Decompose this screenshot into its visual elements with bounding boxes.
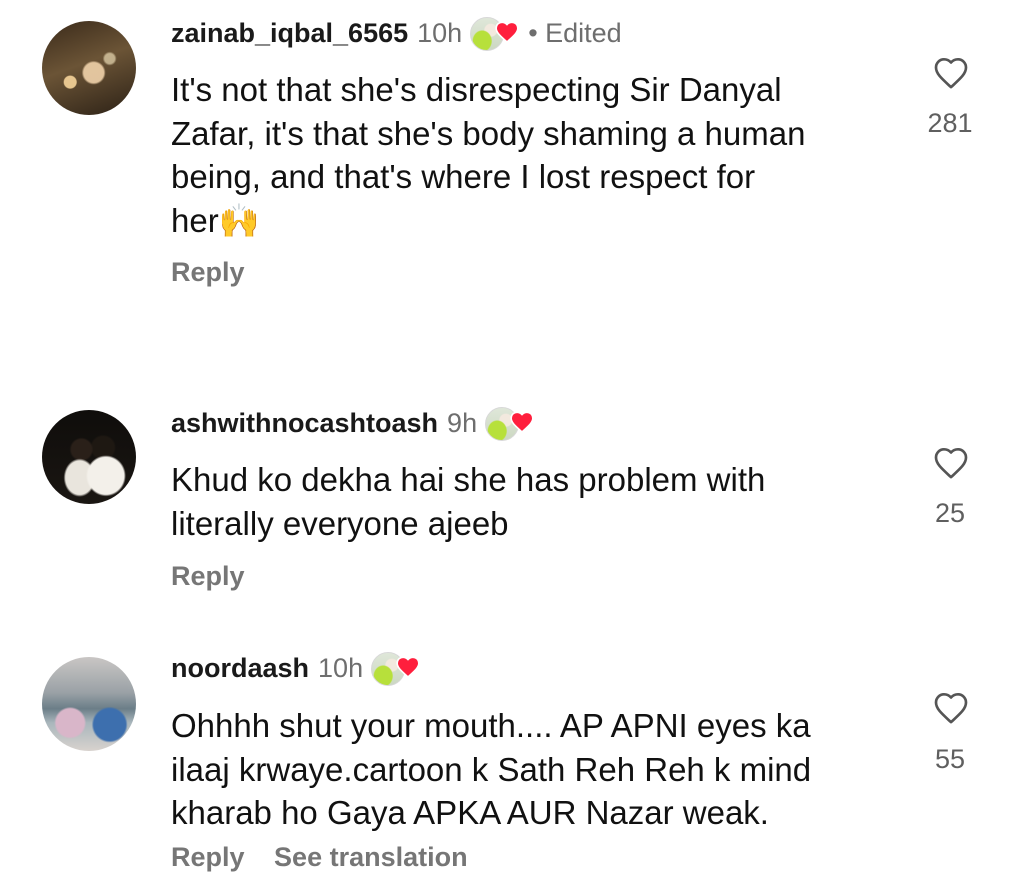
edited-label: • Edited: [528, 17, 622, 48]
comment-actions: Reply See translation: [171, 842, 468, 873]
liked-by-creator-badge: [485, 403, 537, 443]
liked-by-creator-badge: [470, 13, 522, 53]
comment-line: literally everyone ajeeb: [171, 504, 509, 542]
username[interactable]: noordaash: [171, 653, 309, 684]
liked-by-creator-heart-icon: [510, 411, 534, 434]
comment-line: Khud ko dekha hai she has problem with: [171, 461, 766, 498]
timestamp: 10h: [417, 17, 463, 48]
heart-outline-icon[interactable]: [930, 53, 972, 93]
heart-outline-icon[interactable]: [930, 443, 972, 483]
comment-header: noordaash 10h: [171, 648, 423, 688]
username[interactable]: ashwithnocashtoash: [171, 408, 438, 439]
like-count: 55: [934, 744, 966, 774]
liked-by-creator-heart-icon: [396, 656, 420, 679]
comment-line: ilaaj krwaye.cartoon k Sath Reh Reh k mi…: [171, 750, 812, 788]
reply-button[interactable]: Reply: [171, 842, 245, 872]
reply-button[interactable]: Reply: [171, 257, 245, 288]
heart-outline-icon[interactable]: [930, 688, 972, 728]
comment-text: It's not that she's disrespecting Sir Da…: [171, 68, 891, 242]
avatar[interactable]: [42, 410, 136, 504]
comment-text: Ohhhh shut your mouth.... AP APNI eyes k…: [171, 704, 891, 835]
comment-text: Khud ko dekha hai she has problem with l…: [171, 458, 891, 545]
liked-by-creator-heart-icon: [495, 21, 519, 44]
like-count: 281: [927, 108, 973, 138]
avatar[interactable]: [42, 21, 136, 115]
avatar[interactable]: [42, 657, 136, 751]
timestamp: 10h: [318, 652, 364, 683]
comment-line: kharab ho Gaya APKA AUR Nazar weak.: [171, 794, 769, 831]
liked-by-creator-badge: [371, 648, 423, 688]
see-translation-button[interactable]: See translation: [274, 842, 468, 872]
comment-line: Ohhhh shut your mouth.... AP APNI eyes k…: [171, 707, 811, 744]
comment-line: being, and that's where I lost respect f…: [171, 158, 756, 195]
username[interactable]: zainab_iqbal_6565: [171, 18, 408, 49]
comment-header: zainab_iqbal_6565 10h • Edited: [171, 13, 622, 53]
reply-button[interactable]: Reply: [171, 561, 245, 592]
comment-header: ashwithnocashtoash 9h: [171, 403, 537, 443]
comment-line: Zafar, it's that she's body shaming a hu…: [171, 114, 806, 152]
comment-line: It's not that she's disrespecting Sir Da…: [171, 71, 782, 108]
timestamp: 9h: [447, 407, 478, 438]
like-count: 25: [934, 498, 966, 528]
comment-line: her🙌: [171, 201, 260, 239]
